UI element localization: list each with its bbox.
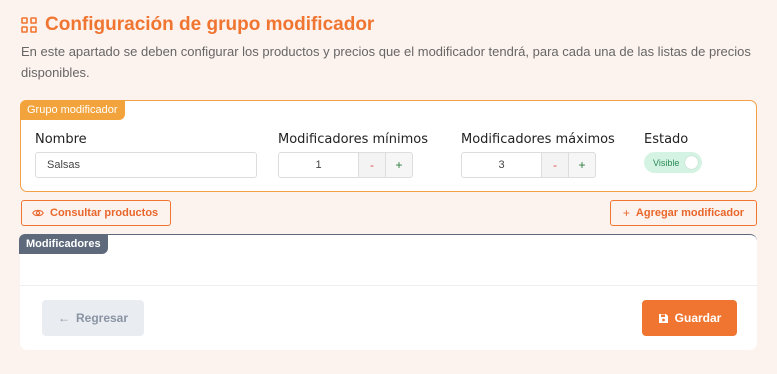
min-modifiers-label: Modificadores mínimos <box>278 132 429 147</box>
consultar-productos-button[interactable]: Consultar productos <box>21 200 171 226</box>
title-row: Configuración de grupo modificador <box>21 14 767 36</box>
regresar-label: Regresar <box>75 311 129 325</box>
page-header: Configuración de grupo modificador En es… <box>21 14 767 83</box>
page-title: Configuración de grupo modificador <box>45 14 375 35</box>
max-modifiers-label: Modificadores máximos <box>461 132 615 147</box>
estado-label: Estado <box>644 132 689 147</box>
min-modifiers-field: Modificadores mínimos 1 - + <box>278 132 428 178</box>
nombre-input[interactable]: Salsas <box>35 152 257 178</box>
card-divider <box>20 285 757 286</box>
eye-icon <box>32 209 44 217</box>
agregar-modificador-button[interactable]: + Agregar modificador <box>610 200 757 226</box>
estado-toggle[interactable]: Visible <box>644 152 702 173</box>
save-icon <box>658 313 668 323</box>
grid-icon <box>21 17 37 33</box>
max-modifiers-input[interactable]: 3 <box>461 152 542 178</box>
plus-icon: + <box>622 206 630 220</box>
estado-field: Estado Visible <box>644 132 702 173</box>
min-increment-button[interactable]: + <box>386 152 413 178</box>
group-config-card: Grupo modificador Nombre Salsas Modifica… <box>20 100 757 192</box>
min-modifiers-stepper: 1 - + <box>278 152 428 178</box>
modifiers-card: Modificadores ← Regresar Guardar <box>19 234 757 350</box>
arrow-left-icon: ← <box>57 311 70 325</box>
nombre-label: Nombre <box>35 132 87 147</box>
max-modifiers-stepper: 3 - + <box>461 152 615 178</box>
max-decrement-button[interactable]: - <box>542 152 569 178</box>
guardar-label: Guardar <box>674 311 722 325</box>
guardar-button[interactable]: Guardar <box>642 300 737 336</box>
toggle-knob <box>685 156 698 169</box>
group-card-tag: Grupo modificador <box>20 100 125 120</box>
estado-toggle-label: Visible <box>653 157 680 168</box>
max-modifiers-field: Modificadores máximos 3 - + <box>461 132 615 178</box>
page-description: En este apartado se deben configurar los… <box>21 44 751 80</box>
min-modifiers-input[interactable]: 1 <box>278 152 359 178</box>
regresar-button[interactable]: ← Regresar <box>42 300 144 336</box>
nombre-field: Nombre Salsas <box>35 132 257 178</box>
max-increment-button[interactable]: + <box>569 152 596 178</box>
min-decrement-button[interactable]: - <box>359 152 386 178</box>
consultar-productos-label: Consultar productos <box>50 207 159 219</box>
modifiers-card-tag: Modificadores <box>19 234 108 254</box>
agregar-modificador-label: Agregar modificador <box>635 207 745 219</box>
